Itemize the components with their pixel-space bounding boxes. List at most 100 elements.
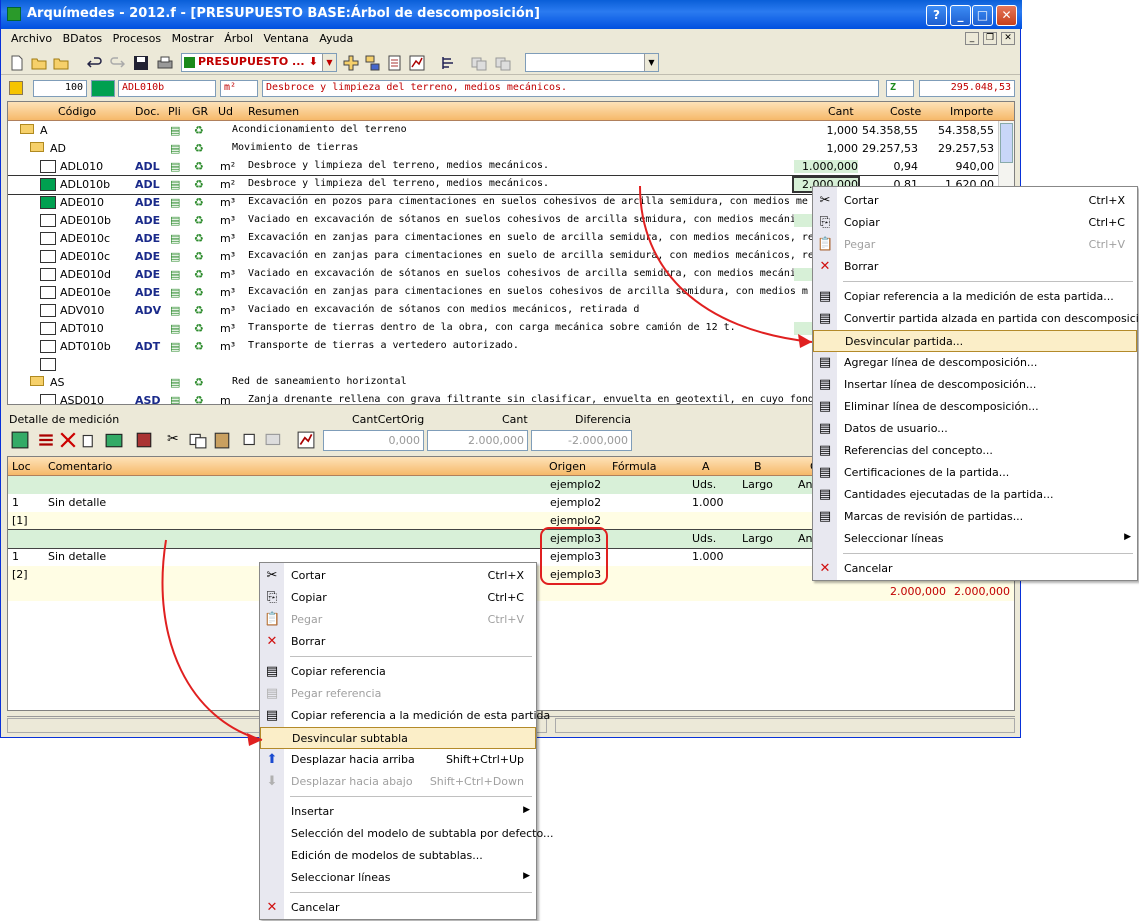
copy-rows-icon[interactable] <box>81 431 99 449</box>
menu-item-desvincular-subtabla[interactable]: Desvincular subtabla <box>260 727 536 749</box>
menu-item-cortar[interactable]: ✂ Cortar Ctrl+X <box>813 190 1137 212</box>
menu-item-insertar[interactable]: Insertar ▶ <box>260 801 536 823</box>
minimize-button[interactable]: _ <box>950 5 971 26</box>
menu-arbol[interactable]: Árbol <box>220 29 256 45</box>
summary-field[interactable]: Desbroce y limpieza del terreno, medios … <box>262 80 879 97</box>
new-icon[interactable] <box>9 55 25 71</box>
col-cant[interactable]: Cant <box>828 105 854 118</box>
col-a[interactable]: A <box>702 460 710 473</box>
menu-item-seleccionar-líneas[interactable]: Seleccionar líneas ▶ <box>260 867 536 889</box>
redo-icon[interactable] <box>109 55 125 71</box>
col-loc[interactable]: Loc <box>12 460 31 473</box>
calc-icon[interactable] <box>11 431 29 449</box>
menu-item-desvincular-partida[interactable]: Desvincular partida... <box>813 330 1137 352</box>
menu-item-marcas-de-revisión-de-partidas[interactable]: ▤ Marcas de revisión de partidas... <box>813 506 1137 528</box>
menu-ayuda[interactable]: Ayuda <box>315 29 356 45</box>
chevron-down-icon[interactable]: ▼ <box>644 54 658 71</box>
col-coste[interactable]: Coste <box>890 105 921 118</box>
menu-item-borrar[interactable]: ✕ Borrar <box>813 256 1137 278</box>
menu-item-copiar-referencia[interactable]: ▤ Copiar referencia <box>260 661 536 683</box>
menu-item-borrar[interactable]: ✕ Borrar <box>260 631 536 653</box>
open-recent-icon[interactable] <box>53 55 69 71</box>
document-icon[interactable] <box>387 55 403 71</box>
menu-item-label: Borrar <box>291 635 326 648</box>
menu-mostrar[interactable]: Mostrar <box>168 29 217 45</box>
calc-icon[interactable]: Z <box>886 80 914 97</box>
menu-item-label: Convertir partida alzada en partida con … <box>844 312 1139 325</box>
menu-item-cancelar[interactable]: ✕ Cancelar <box>813 558 1137 580</box>
mdi-minimize-icon[interactable]: _ <box>965 32 979 45</box>
menu-item-copiar-referencia-a-la-medición-de-esta-partida[interactable]: ▤ Copiar referencia a la medición de esta… <box>813 286 1137 308</box>
mdi-restore-icon[interactable]: ❐ <box>983 32 997 45</box>
scissors-icon[interactable]: ✂ <box>167 431 179 447</box>
row-summary: Transporte de tierras a vertedero autori… <box>248 340 519 351</box>
add-concept-icon[interactable] <box>343 55 359 71</box>
col-b[interactable]: B <box>754 460 762 473</box>
col-gr[interactable]: GR <box>192 105 208 118</box>
tree-row[interactable]: A ▤ ♻ Acondicionamiento del terreno 1,000 54.… <box>8 122 998 140</box>
menu-item-datos-de-usuario[interactable]: ▤ Datos de usuario... <box>813 418 1137 440</box>
copy-icon[interactable] <box>189 431 207 449</box>
filter-combo[interactable]: ▼ <box>525 53 659 72</box>
copy-ref-icon[interactable] <box>243 431 261 449</box>
print-icon[interactable] <box>157 55 173 71</box>
help-button[interactable]: ? <box>926 5 947 26</box>
tree-row[interactable]: AD ▤ ♻ Movimiento de tierras 1,000 29.257,53 2… <box>8 140 998 158</box>
menu-item-eliminar-línea-de-descomposición[interactable]: ▤ Eliminar línea de descomposición... <box>813 396 1137 418</box>
quantity-field[interactable]: 100 <box>33 80 87 97</box>
menu-item-desplazar-hacia-arriba[interactable]: ⬆ Desplazar hacia arriba Shift+Ctrl+Up <box>260 749 536 771</box>
menu-item-convertir-partida-alzada-en-partida-con-descomposición[interactable]: ▤ Convertir partida alzada en partida con… <box>813 308 1139 330</box>
menu-item-selección-del-modelo-de-subtabla-por-defecto[interactable]: Selección del modelo de subtabla por def… <box>260 823 553 845</box>
col-formula[interactable]: Fórmula <box>612 460 656 473</box>
menu-ventana[interactable]: Ventana <box>260 29 312 45</box>
paste-icon[interactable] <box>213 431 231 449</box>
schema-icon[interactable] <box>441 55 457 71</box>
menu-archivo[interactable]: Archivo <box>1 29 55 45</box>
menu-item-referencias-del-concepto[interactable]: ▤ Referencias del concepto... <box>813 440 1137 462</box>
delete-icon: ✕ <box>266 634 278 649</box>
tree-row[interactable]: ADL010 ADL ▤ ♻ m² Desbroce y limpieza del ter… <box>8 158 998 176</box>
delete-row-icon[interactable] <box>59 431 77 449</box>
menu-item-cantidades-ejecutadas-de-la-partida[interactable]: ▤ Cantidades ejecutadas de la partida... <box>813 484 1137 506</box>
menu-item-copiar[interactable]: ⎘ Copiar Ctrl+C <box>260 587 536 609</box>
dwg-icon[interactable] <box>105 431 123 449</box>
menu-bdatos[interactable]: BDatos <box>59 29 106 45</box>
menu-item-cancelar[interactable]: ✕ Cancelar <box>260 897 536 919</box>
col-codigo[interactable]: Código <box>58 105 96 118</box>
chart-icon[interactable] <box>297 431 315 449</box>
mdi-close-icon[interactable]: ✕ <box>1001 32 1015 45</box>
chart-icon[interactable] <box>409 55 425 71</box>
col-pli[interactable]: Pli <box>168 105 181 118</box>
maximize-button[interactable]: □ <box>972 5 993 26</box>
col-comentario[interactable]: Comentario <box>48 460 112 473</box>
unit-field[interactable]: m² <box>220 80 258 97</box>
book-icon[interactable] <box>135 431 153 449</box>
menu-item-copiar-referencia-a-la-medición-de-esta-partida[interactable]: ▤ Copiar referencia a la medición de esta… <box>260 705 550 727</box>
close-button[interactable]: ✕ <box>996 5 1017 26</box>
col-resumen[interactable]: Resumen <box>248 105 299 118</box>
menu-item-certificaciones-de-la-partida[interactable]: ▤ Certificaciones de la partida... <box>813 462 1137 484</box>
col-doc[interactable]: Doc. <box>135 105 160 118</box>
submenu-arrow-icon: ▶ <box>1124 532 1131 542</box>
menu-item-cortar[interactable]: ✂ Cortar Ctrl+X <box>260 565 536 587</box>
col-origen[interactable]: Origen <box>549 460 586 473</box>
scissors-icon: ✂ <box>266 568 278 583</box>
pliego-icon: ▤ <box>170 232 181 245</box>
menu-item-insertar-línea-de-descomposición[interactable]: ▤ Insertar línea de descomposición... <box>813 374 1137 396</box>
undo-icon[interactable] <box>87 55 103 71</box>
col-ud[interactable]: Ud <box>218 105 233 118</box>
code-field[interactable]: ADL010b <box>118 80 216 97</box>
insert-row-icon[interactable] <box>37 431 55 449</box>
save-icon[interactable] <box>133 55 149 71</box>
chevron-down-icon[interactable]: ▼ <box>322 54 336 71</box>
tree-icon[interactable] <box>365 55 381 71</box>
presupuesto-combo[interactable]: PRESUPUESTO ... ⬇ ▼ <box>181 53 337 72</box>
menu-procesos[interactable]: Procesos <box>109 29 164 45</box>
menu-item-desplazar-hacia-abajo: ⬇ Desplazar hacia abajo Shift+Ctrl+Down <box>260 771 536 793</box>
menu-item-seleccionar-líneas[interactable]: Seleccionar líneas ▶ <box>813 528 1137 550</box>
menu-item-edición-de-modelos-de-subtablas[interactable]: Edición de modelos de subtablas... <box>260 845 536 867</box>
menu-item-agregar-línea-de-descomposición[interactable]: ▤ Agregar línea de descomposición... <box>813 352 1137 374</box>
open-icon[interactable] <box>31 55 47 71</box>
menu-item-copiar[interactable]: ⎘ Copiar Ctrl+C <box>813 212 1137 234</box>
col-importe[interactable]: Importe <box>950 105 993 118</box>
